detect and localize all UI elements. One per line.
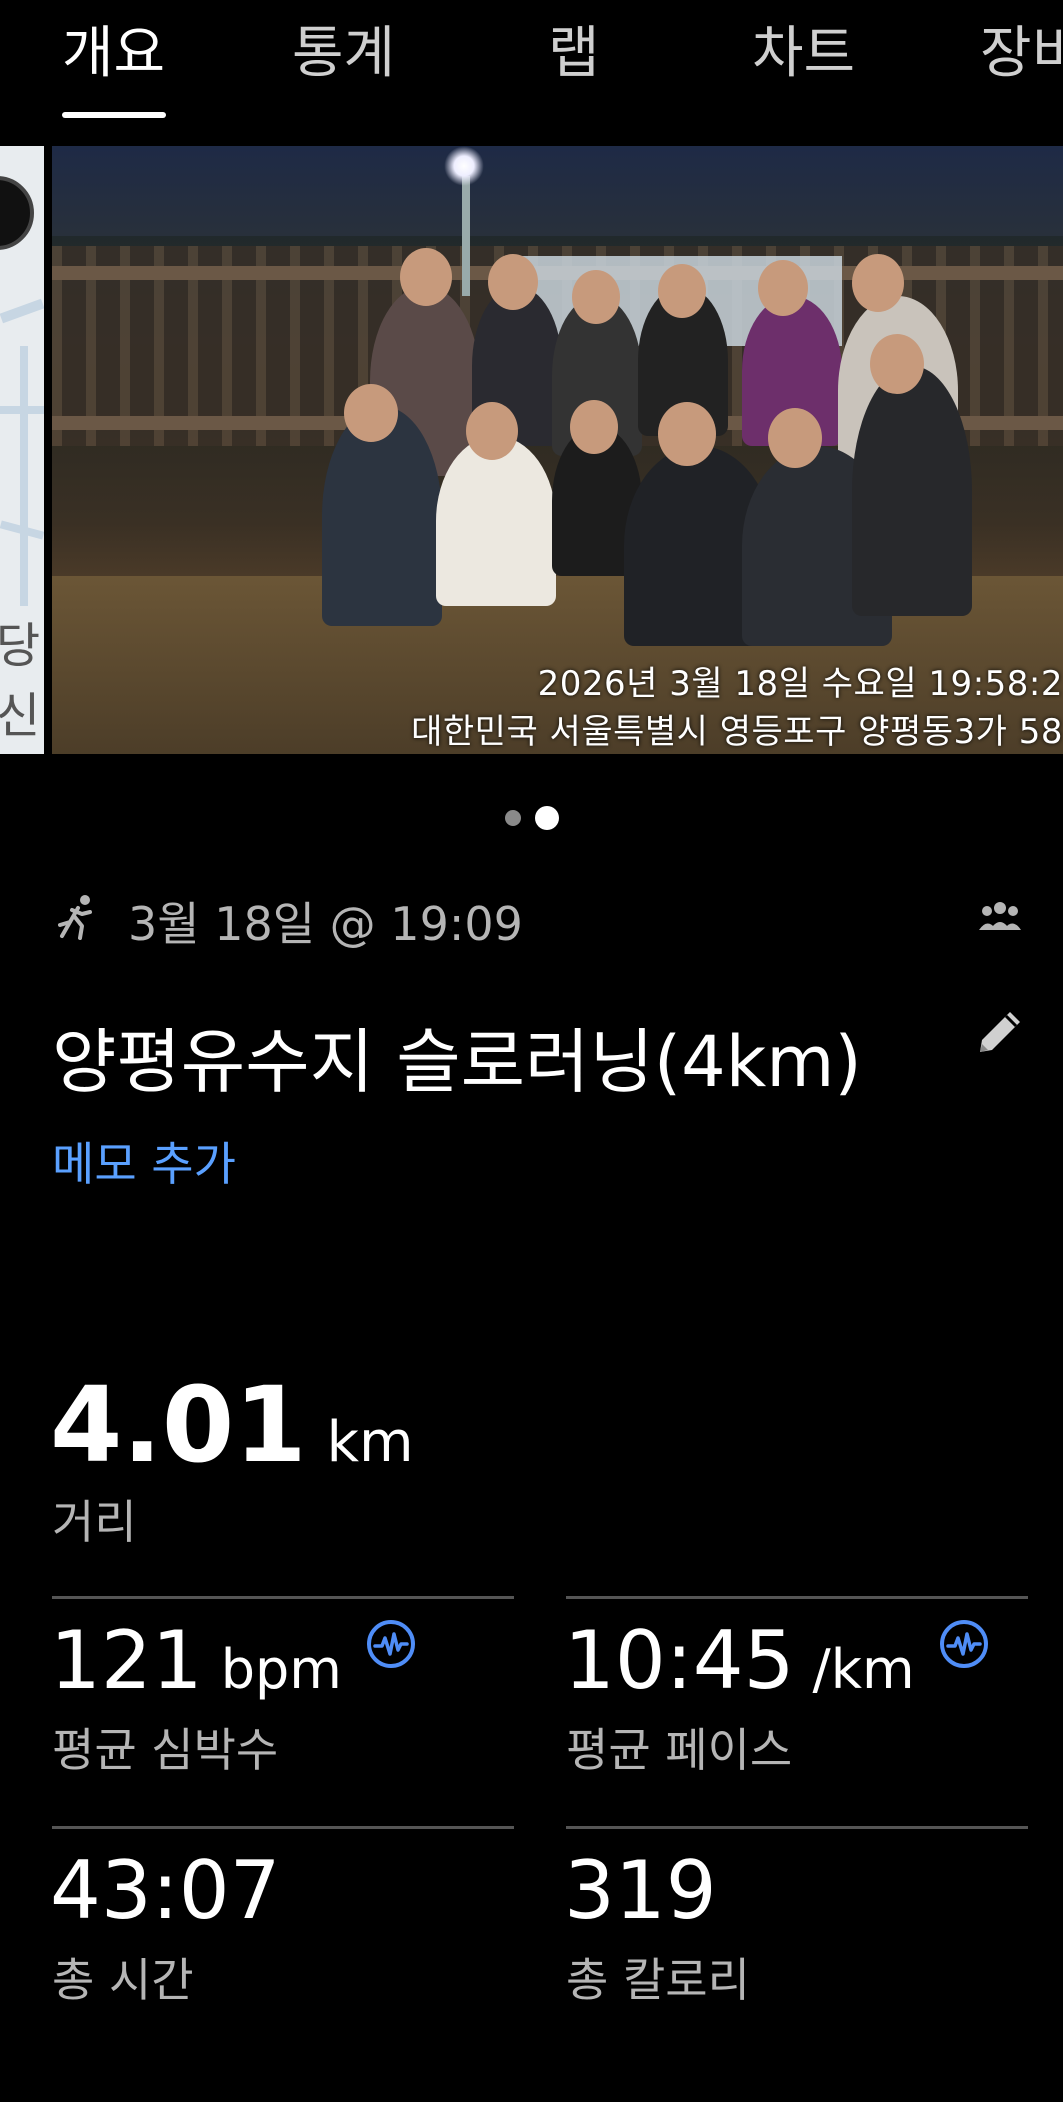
pace-number: 10:45 bbox=[564, 1614, 795, 1707]
compass-icon bbox=[0, 176, 34, 250]
divider bbox=[52, 1596, 514, 1599]
total-time-number: 43:07 bbox=[50, 1844, 281, 1937]
distance-number: 4.01 bbox=[50, 1364, 307, 1486]
tab-laps[interactable]: 랩 bbox=[548, 8, 600, 89]
tab-charts[interactable]: 차트 bbox=[752, 8, 855, 89]
pager-dot[interactable] bbox=[504, 810, 521, 826]
distance-unit: km bbox=[326, 1410, 414, 1475]
tab-stats[interactable]: 통계 bbox=[292, 8, 395, 89]
distance-value: 4.01 km bbox=[50, 1364, 414, 1486]
pager-dot-active[interactable] bbox=[534, 806, 559, 830]
photo-timestamp: 2026년 3월 18일 수요일 19:58:2 bbox=[537, 664, 1063, 704]
distance-label: 거리 bbox=[52, 1495, 137, 1549]
group-photo[interactable]: 2026년 3월 18일 수요일 19:58:2 대한민국 서울특별시 영등포구… bbox=[52, 146, 1063, 754]
avg-pace-value: 10:45/km bbox=[564, 1614, 990, 1707]
tab-bar: 개요 통계 랩 차트 장비 bbox=[0, 0, 1063, 130]
heart-rate-number: 121 bbox=[50, 1614, 203, 1707]
total-time-value: 43:07 bbox=[50, 1844, 281, 1937]
tab-overview[interactable]: 개요 bbox=[62, 8, 165, 89]
activity-date: 3월 18일 @ 19:09 bbox=[128, 897, 523, 951]
group-icon[interactable] bbox=[978, 898, 1022, 934]
total-calories-value: 319 bbox=[564, 1844, 717, 1937]
total-calories-label: 총 칼로리 bbox=[566, 1953, 750, 2007]
route-map-thumbnail[interactable]: 당신 bbox=[0, 146, 44, 754]
avg-pace-label: 평균 페이스 bbox=[566, 1723, 793, 1777]
pace-unit: /km bbox=[812, 1638, 915, 1701]
pencil-icon[interactable] bbox=[970, 1004, 1028, 1062]
divider bbox=[566, 1596, 1028, 1599]
media-carousel[interactable]: 당신 2026년 3월 18일 수요일 19:58:2 대한민국 서울특별시 영… bbox=[0, 146, 1063, 754]
avg-heart-rate-label: 평균 심박수 bbox=[52, 1723, 279, 1777]
add-memo-link[interactable]: 메모 추가 bbox=[52, 1128, 236, 1194]
total-time-label: 총 시간 bbox=[52, 1953, 194, 2007]
activity-title: 양평유수지 슬로러닝(4km) bbox=[52, 1021, 862, 1103]
avg-heart-rate-value: 121 bpm bbox=[50, 1614, 417, 1707]
photo-location: 대한민국 서울특별시 영등포구 양평동3가 58 bbox=[411, 712, 1063, 752]
running-icon bbox=[58, 895, 92, 940]
heart-rate-unit: bpm bbox=[220, 1638, 342, 1701]
divider bbox=[566, 1826, 1028, 1829]
tab-gear[interactable]: 장비 bbox=[980, 8, 1063, 89]
heart-rate-icon[interactable] bbox=[365, 1618, 417, 1670]
heart-rate-icon[interactable] bbox=[938, 1618, 990, 1670]
map-place-label: 당신 bbox=[0, 618, 41, 744]
divider bbox=[52, 1826, 514, 1829]
total-calories-number: 319 bbox=[564, 1844, 717, 1937]
activity-date-row: 3월 18일 @ 19:09 bbox=[52, 884, 1022, 951]
carousel-pager bbox=[0, 806, 1063, 830]
active-tab-indicator bbox=[62, 112, 166, 118]
